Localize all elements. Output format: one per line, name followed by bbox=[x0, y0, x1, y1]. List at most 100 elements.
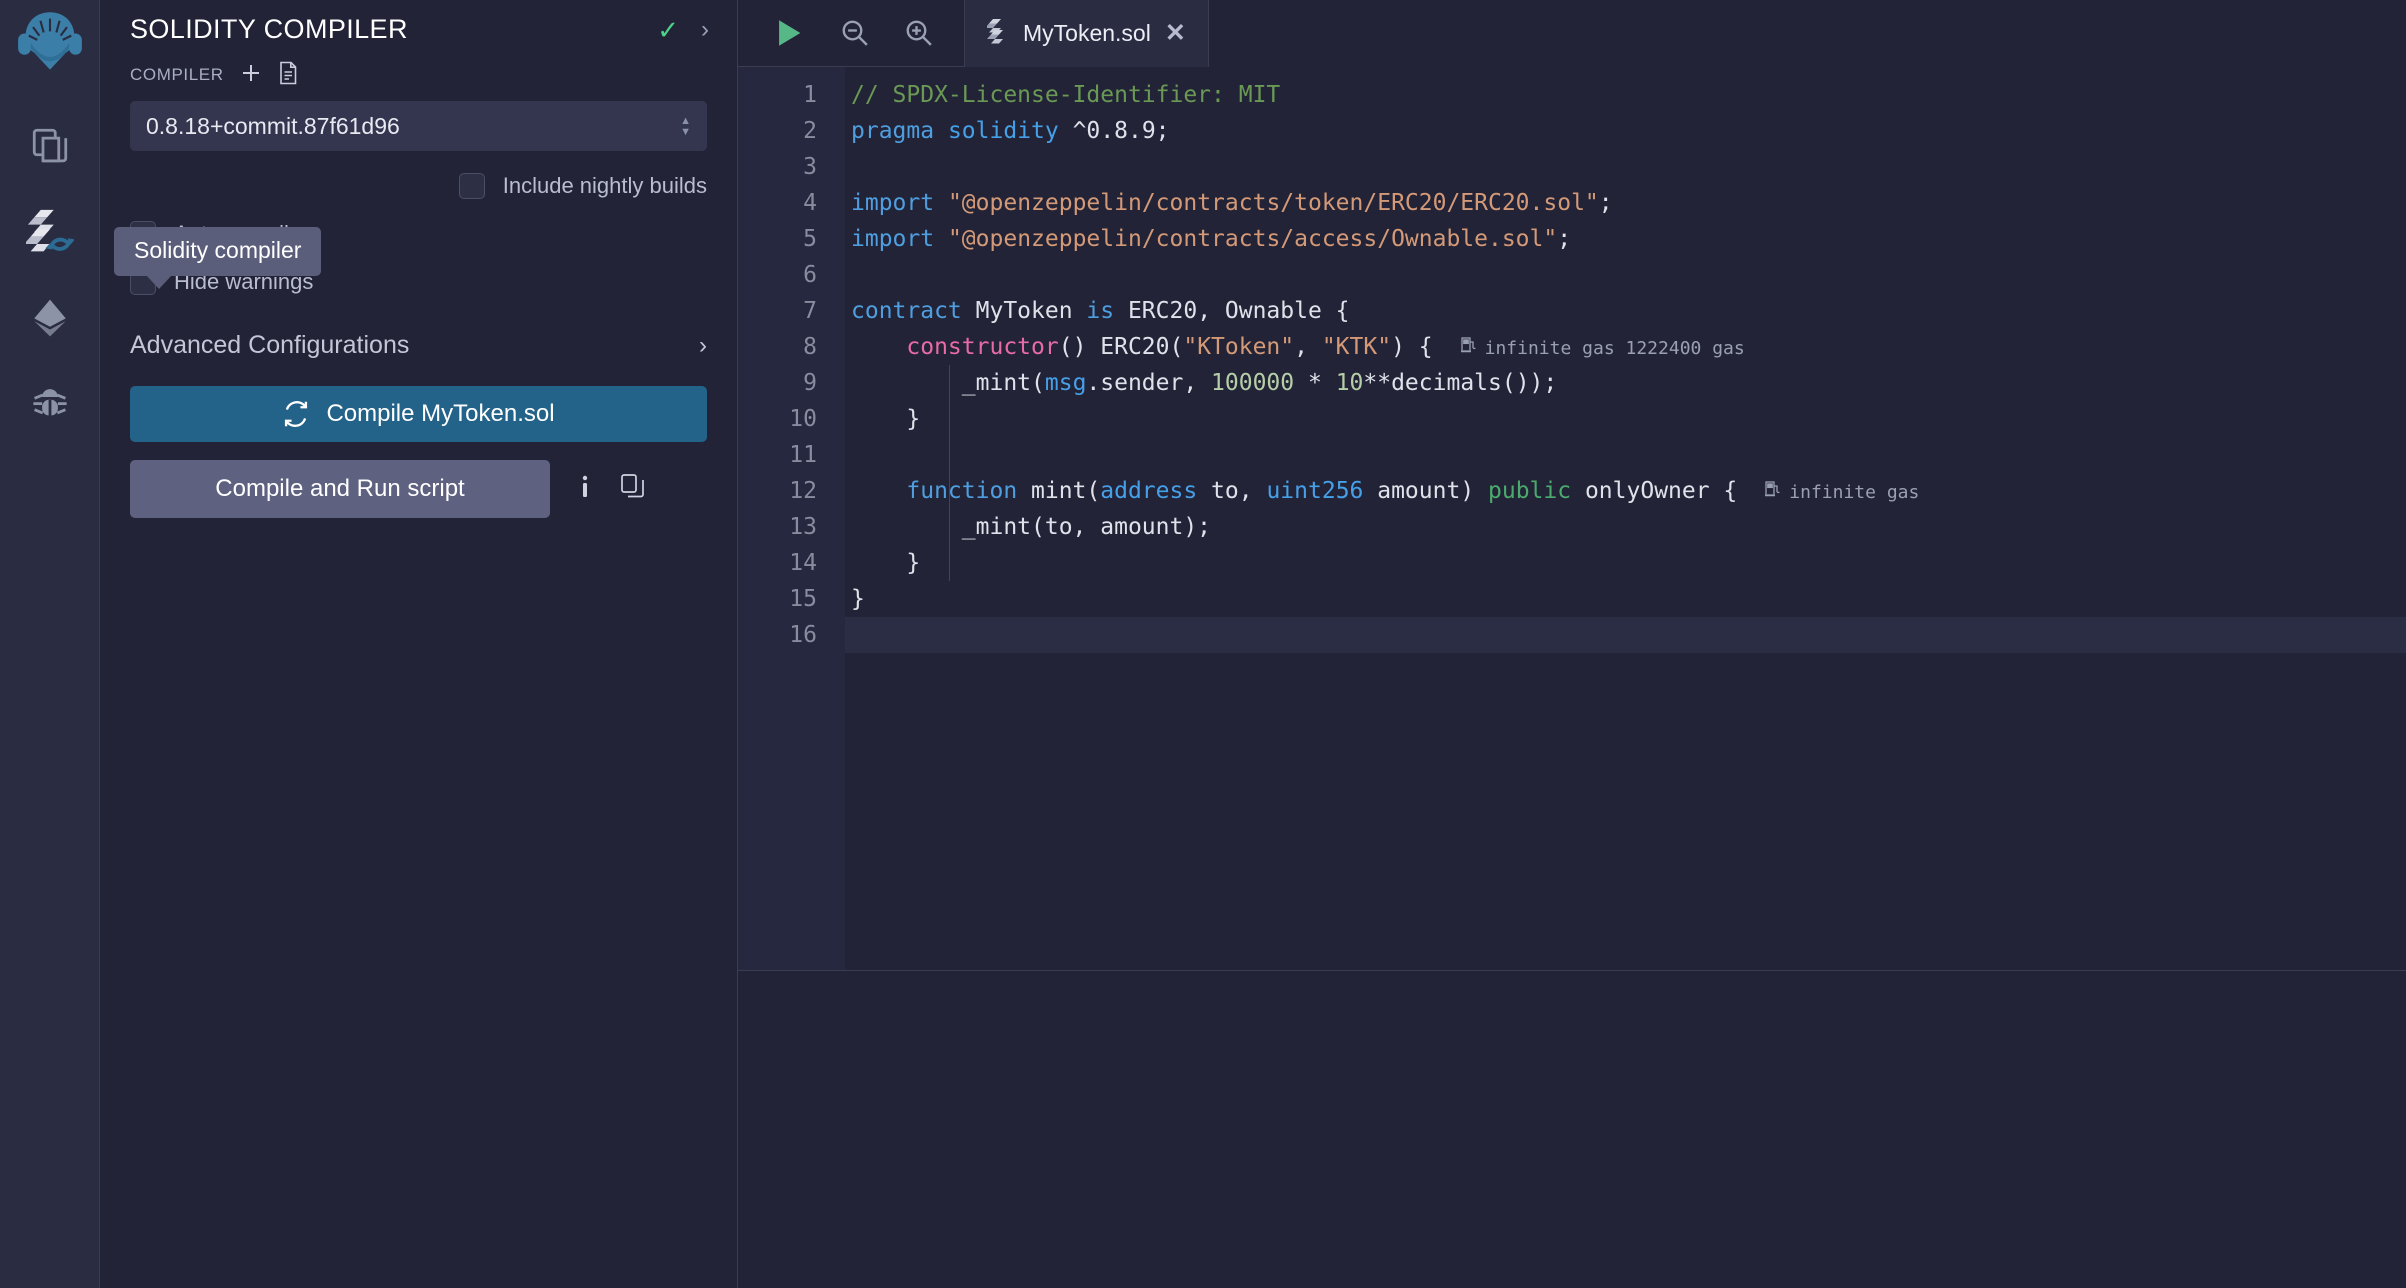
solidity-compiler-panel: SOLIDITY COMPILER ✓ › COMPILER 0.8.18+co… bbox=[100, 0, 738, 1288]
code-line[interactable]: } bbox=[845, 401, 2406, 437]
code-line[interactable]: import "@openzeppelin/contracts/token/ER… bbox=[845, 185, 2406, 221]
code-line[interactable] bbox=[845, 617, 2406, 653]
remix-ide-window: SOLIDITY COMPILER ✓ › COMPILER 0.8.18+co… bbox=[0, 0, 2406, 1288]
solidity-compiler-icon bbox=[25, 209, 74, 252]
compile-button[interactable]: Compile MyToken.sol bbox=[130, 386, 707, 442]
code-line[interactable]: import "@openzeppelin/contracts/access/O… bbox=[845, 221, 2406, 257]
editor-toolbar: MyToken.sol ✕ bbox=[738, 0, 2406, 67]
line-number: 5 bbox=[803, 226, 817, 252]
zoom-in-glyph bbox=[906, 20, 932, 46]
plus-glyph bbox=[242, 65, 259, 81]
sidebar-item-deploy-run[interactable] bbox=[0, 275, 100, 361]
code-line[interactable]: } bbox=[845, 581, 2406, 617]
editor-lower-pane bbox=[738, 971, 2406, 1288]
plus-icon[interactable] bbox=[240, 62, 262, 88]
check-icon[interactable]: ✓ bbox=[657, 17, 679, 43]
code-token: } bbox=[851, 550, 921, 576]
line-number: 2 bbox=[803, 118, 817, 144]
code-line[interactable]: contract MyToken is ERC20, Ownable { bbox=[845, 293, 2406, 329]
code-token: "KTK" bbox=[1321, 334, 1392, 360]
code-token: "@openzeppelin/contracts/token/ERC20/ERC… bbox=[947, 190, 1599, 216]
compiler-label-row: COMPILER bbox=[100, 45, 737, 89]
solidity-file-glyph bbox=[985, 19, 1003, 44]
line-number: 7 bbox=[803, 298, 817, 324]
code-token: .sender, bbox=[1086, 370, 1212, 396]
code-line[interactable]: function mint(address to, uint256 amount… bbox=[845, 473, 2406, 509]
debugger-icon bbox=[32, 389, 67, 416]
code-line[interactable]: } bbox=[845, 545, 2406, 581]
tab-mytoken-sol[interactable]: MyToken.sol ✕ bbox=[964, 0, 1209, 67]
line-number: 9 bbox=[803, 370, 817, 396]
line-number: 8 bbox=[803, 334, 817, 360]
code-content[interactable]: // SPDX-License-Identifier: MIT pragma so… bbox=[845, 67, 2406, 970]
run-script-icon[interactable] bbox=[772, 16, 806, 50]
copy-icon[interactable] bbox=[620, 473, 646, 506]
code-token: _mint( bbox=[851, 370, 1045, 396]
compile-button-label: Compile MyToken.sol bbox=[326, 400, 555, 427]
zoom-in-icon[interactable] bbox=[904, 18, 934, 48]
code-token: ^0.8.9; bbox=[1058, 118, 1170, 144]
document-glyph bbox=[279, 61, 296, 85]
code-token: is bbox=[1086, 298, 1115, 324]
code-token: , bbox=[1294, 334, 1322, 360]
code-line[interactable] bbox=[845, 149, 2406, 185]
advanced-configurations-toggle[interactable]: Advanced Configurations › bbox=[100, 331, 737, 360]
code-token: ; bbox=[1557, 226, 1572, 252]
code-token: MyToken bbox=[961, 298, 1087, 324]
file-explorer-icon bbox=[32, 128, 67, 163]
info-icon[interactable] bbox=[574, 473, 596, 506]
info-glyph bbox=[582, 475, 588, 497]
panel-header: SOLIDITY COMPILER ✓ › bbox=[100, 0, 737, 45]
code-token: public bbox=[1488, 478, 1572, 504]
code-token: () ERC20( bbox=[1058, 334, 1184, 360]
icon-rail bbox=[0, 0, 100, 1288]
checkbox-include-nightly-builds[interactable] bbox=[458, 173, 485, 199]
code-line[interactable] bbox=[845, 257, 2406, 293]
code-token: address bbox=[1100, 478, 1198, 504]
compile-and-run-row: Compile and Run script bbox=[130, 460, 737, 518]
option-include-nightly-builds[interactable]: Include nightly builds bbox=[100, 173, 737, 199]
chevron-right-icon[interactable]: › bbox=[701, 17, 709, 42]
chevron-right-icon: › bbox=[699, 331, 707, 359]
code-token: to, bbox=[1197, 478, 1267, 504]
code-token: contract bbox=[851, 298, 962, 324]
code-token: amount) bbox=[1363, 478, 1489, 504]
code-token: 100000 bbox=[1211, 370, 1295, 396]
code-token: onlyOwner { bbox=[1571, 478, 1738, 504]
code-token: uint256 bbox=[1266, 478, 1364, 504]
code-token: import bbox=[851, 190, 935, 216]
gas-estimate-text: infinite gas bbox=[1789, 482, 1920, 503]
solidity-file-icon bbox=[985, 18, 1009, 49]
refresh-icon bbox=[285, 401, 308, 427]
editor-toolbar-icons bbox=[738, 0, 964, 67]
document-icon[interactable] bbox=[278, 61, 298, 89]
code-line[interactable] bbox=[845, 437, 2406, 473]
fuel-pump-icon bbox=[1459, 337, 1477, 359]
zoom-out-icon[interactable] bbox=[840, 18, 870, 48]
sidebar-item-file-explorer[interactable] bbox=[0, 103, 100, 189]
code-line[interactable]: constructor() ERC20("KToken", "KTK") {in… bbox=[845, 329, 2406, 365]
tooltip-text: Solidity compiler bbox=[134, 237, 302, 263]
line-number: 6 bbox=[803, 262, 817, 288]
sidebar-item-debugger[interactable] bbox=[0, 361, 100, 447]
compiler-label: COMPILER bbox=[130, 65, 224, 84]
compiler-version-select[interactable]: 0.8.18+commit.87f61d96 ▲ ▼ bbox=[130, 101, 707, 151]
code-line[interactable]: _mint(to, amount); bbox=[845, 509, 2406, 545]
code-line[interactable]: _mint(msg.sender, 100000 * 10**decimals(… bbox=[845, 365, 2406, 401]
tab-label: MyToken.sol bbox=[1023, 20, 1151, 46]
close-icon[interactable]: ✕ bbox=[1165, 21, 1186, 46]
line-number: 10 bbox=[789, 406, 817, 432]
code-token: msg bbox=[1044, 370, 1087, 396]
code-token: * bbox=[1294, 370, 1336, 396]
code-line[interactable]: pragma solidity ^0.8.9; bbox=[845, 113, 2406, 149]
code-token: **decimals()); bbox=[1363, 370, 1558, 396]
code-line[interactable]: // SPDX-License-Identifier: MIT bbox=[845, 77, 2406, 113]
compile-and-run-button[interactable]: Compile and Run script bbox=[130, 460, 550, 518]
sidebar-item-solidity-compiler[interactable] bbox=[0, 189, 100, 275]
play-glyph bbox=[779, 20, 801, 46]
code-view[interactable]: 1 2 3 4 5 6 7 8 9 10 11 12 13 14 15 16 // SPDX-License-… bbox=[738, 67, 2406, 970]
remix-logo[interactable] bbox=[16, 8, 84, 81]
